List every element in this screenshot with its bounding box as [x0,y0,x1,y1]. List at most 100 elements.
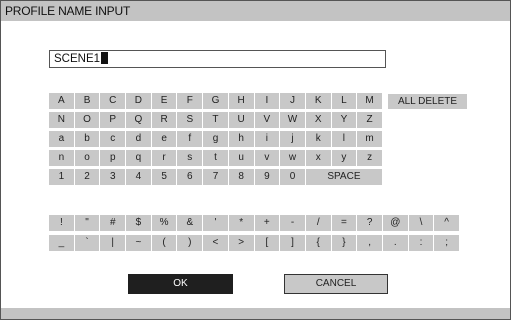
character-key[interactable]: k [305,131,332,148]
symbol-key[interactable]: ) [177,235,204,252]
character-key[interactable]: 1 [49,169,75,186]
symbol-key[interactable]: - [280,215,306,232]
symbol-key[interactable]: _ [49,235,75,252]
symbol-key[interactable]: , [357,235,383,252]
character-key[interactable]: 0 [280,169,306,186]
character-key[interactable]: g [203,131,229,148]
symbol-key[interactable]: { [305,235,332,252]
character-key[interactable]: q [126,150,152,167]
character-key[interactable]: M [357,93,383,110]
symbol-key[interactable]: ~ [126,235,152,252]
ok-button[interactable]: OK [128,274,233,294]
symbol-key[interactable]: % [151,215,178,232]
character-key[interactable]: C [100,93,127,110]
character-key[interactable]: 3 [100,169,127,186]
character-key[interactable]: Y [331,112,358,129]
symbol-key[interactable]: ] [280,235,306,252]
character-key[interactable]: F [177,93,204,110]
symbol-key[interactable]: < [203,235,229,252]
character-key[interactable]: h [228,131,255,148]
symbol-key[interactable]: ` [74,235,101,252]
character-key[interactable]: p [100,150,127,167]
character-key[interactable]: B [74,93,101,110]
character-key[interactable]: A [49,93,75,110]
symbol-row: _ ` | ~() < >[]{},.:; [49,235,460,252]
character-key[interactable]: K [305,93,332,110]
character-key[interactable]: i [254,131,281,148]
character-key[interactable]: 5 [151,169,178,186]
character-key[interactable]: 6 [177,169,204,186]
character-key[interactable]: a [49,131,75,148]
character-key[interactable]: r [151,150,178,167]
character-key[interactable]: s [177,150,204,167]
character-key[interactable]: Q [126,112,152,129]
character-key[interactable]: l [331,131,358,148]
character-key[interactable]: y [331,150,358,167]
symbol-key[interactable]: ! [49,215,75,232]
character-key[interactable]: R [151,112,178,129]
character-key[interactable]: P [100,112,127,129]
character-key[interactable]: u [228,150,255,167]
symbol-key[interactable]: # [100,215,127,232]
character-key[interactable]: m [357,131,383,148]
space-key[interactable]: SPACE [305,169,383,186]
symbol-key[interactable]: ( [151,235,178,252]
character-key[interactable]: f [177,131,204,148]
symbol-key[interactable]: . [382,235,409,252]
cancel-button[interactable]: CANCEL [284,274,388,294]
symbol-key[interactable]: ' [203,215,229,232]
character-key[interactable]: O [74,112,101,129]
character-key[interactable]: T [203,112,229,129]
character-key[interactable]: d [126,131,152,148]
character-key[interactable]: D [126,93,152,110]
character-key[interactable]: H [228,93,255,110]
symbol-key[interactable]: | [100,235,127,252]
symbol-key[interactable]: " [74,215,101,232]
character-key[interactable]: v [254,150,281,167]
symbol-key[interactable]: ^ [434,215,460,232]
character-key[interactable]: 9 [254,169,281,186]
symbol-key[interactable]: ? [357,215,383,232]
symbol-key[interactable]: / [305,215,332,232]
character-key[interactable]: c [100,131,127,148]
character-key[interactable]: L [331,93,358,110]
symbol-key[interactable]: $ [126,215,152,232]
character-key[interactable]: j [280,131,306,148]
character-key[interactable]: G [203,93,229,110]
symbol-key[interactable]: \ [408,215,435,232]
character-key[interactable]: e [151,131,178,148]
character-key[interactable]: n [49,150,75,167]
character-key[interactable]: 4 [126,169,152,186]
symbol-key[interactable]: = [331,215,358,232]
symbol-key[interactable]: [ [254,235,281,252]
character-key[interactable]: X [305,112,332,129]
symbol-key[interactable]: @ [382,215,409,232]
character-key[interactable]: 7 [203,169,229,186]
symbol-key[interactable]: } [331,235,358,252]
character-key[interactable]: I [254,93,281,110]
character-key[interactable]: W [280,112,306,129]
character-key[interactable]: U [228,112,255,129]
character-key[interactable]: S [177,112,204,129]
symbol-key[interactable]: + [254,215,281,232]
profile-name-field[interactable]: SCENE1 [49,50,386,68]
symbol-key[interactable]: & [177,215,204,232]
all-delete-button[interactable]: ALL DELETE [387,93,468,110]
character-key[interactable]: t [203,150,229,167]
character-key[interactable]: J [280,93,306,110]
symbol-key[interactable]: > [228,235,255,252]
character-key[interactable]: w [280,150,306,167]
character-key[interactable]: Z [357,112,383,129]
character-key[interactable]: 8 [228,169,255,186]
character-key[interactable]: 2 [74,169,101,186]
symbol-key[interactable]: * [228,215,255,232]
symbol-key[interactable]: : [408,235,435,252]
character-key[interactable]: x [305,150,332,167]
character-key[interactable]: E [151,93,178,110]
character-key[interactable]: b [74,131,101,148]
character-key[interactable]: N [49,112,75,129]
character-key[interactable]: o [74,150,101,167]
character-key[interactable]: z [357,150,383,167]
symbol-key[interactable]: ; [434,235,460,252]
character-key[interactable]: V [254,112,281,129]
